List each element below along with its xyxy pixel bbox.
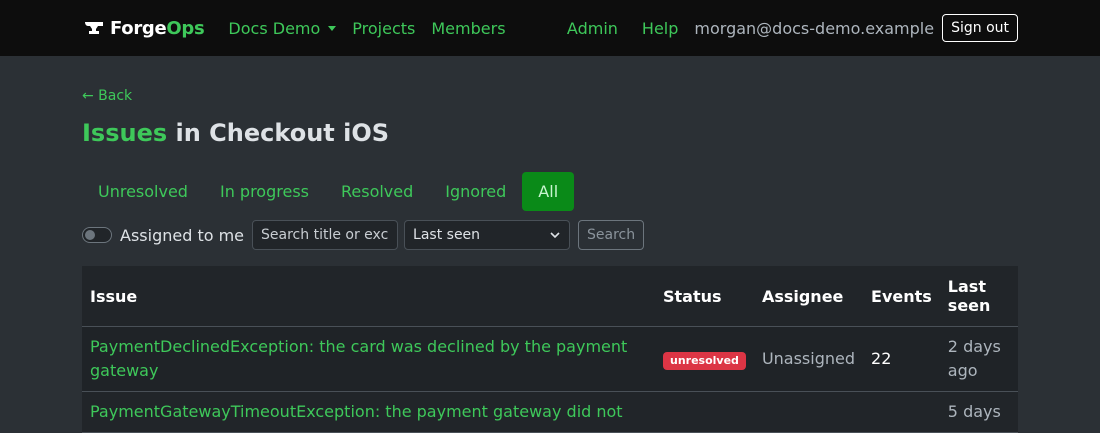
nav-help[interactable]: Help (642, 19, 678, 38)
tab-all[interactable]: All (522, 172, 575, 211)
issue-link[interactable]: PaymentDeclinedException: the card was d… (90, 337, 627, 380)
page-title-project: in Checkout iOS (167, 119, 390, 147)
nav-admin[interactable]: Admin (567, 19, 618, 38)
table-row[interactable]: PaymentGatewayTimeoutException: the paym… (82, 391, 1018, 433)
table-row[interactable]: PaymentDeclinedException: the card was d… (82, 326, 1018, 392)
anvil-icon (85, 22, 103, 34)
nav-members[interactable]: Members (431, 19, 505, 38)
page-title-issues-link[interactable]: Issues (82, 119, 167, 147)
header-issue: Issue (82, 266, 655, 327)
last-seen-cell: 2 days ago (939, 326, 1018, 392)
org-dropdown-label: Docs Demo (228, 18, 321, 38)
top-navbar: ForgeOps Docs Demo Projects Members Admi… (0, 0, 1100, 56)
search-button[interactable]: Search (578, 220, 645, 250)
issues-table-head: Issue Status Assignee Events Last seen (82, 266, 1018, 327)
page-title: Issues in Checkout iOS (82, 119, 1018, 147)
status-cell (655, 391, 754, 433)
brand-logo[interactable]: ForgeOps (84, 17, 205, 39)
sign-out-button[interactable]: Sign out (942, 14, 1018, 42)
main-content: ← Back Issues in Checkout iOS Unresolved… (0, 56, 1100, 433)
org-dropdown[interactable]: Docs Demo (228, 18, 337, 38)
issues-table-body: PaymentDeclinedException: the card was d… (82, 326, 1018, 433)
tab-resolved[interactable]: Resolved (325, 172, 429, 211)
issues-table: Issue Status Assignee Events Last seen P… (82, 266, 1018, 433)
status-cell: unresolved (655, 326, 754, 392)
caret-down-icon (328, 25, 337, 31)
status-badge: unresolved (663, 352, 746, 370)
nav-right: Admin Help morgan@docs-demo.example Sign… (567, 14, 1018, 42)
tab-ignored[interactable]: Ignored (429, 172, 522, 211)
issue-cell: PaymentGatewayTimeoutException: the paym… (82, 391, 655, 433)
brand-name-part-b: Ops (166, 17, 205, 39)
tab-in-progress[interactable]: In progress (204, 172, 325, 211)
user-email: morgan@docs-demo.example (694, 18, 935, 38)
back-link[interactable]: ← Back (82, 88, 132, 104)
nav-projects[interactable]: Projects (352, 19, 415, 38)
events-cell (863, 391, 940, 433)
issue-link[interactable]: PaymentGatewayTimeoutException: the paym… (90, 402, 623, 421)
header-last-seen: Last seen (939, 266, 1018, 327)
sort-select[interactable]: Last seen (404, 220, 571, 250)
search-input[interactable] (252, 220, 399, 250)
brand-name: ForgeOps (110, 17, 205, 39)
filter-bar: Assigned to me Last seen Search (82, 220, 1018, 250)
chevron-down-icon (550, 232, 560, 239)
assignee-cell (753, 391, 864, 433)
status-tabs: Unresolved In progress Resolved Ignored … (82, 172, 1018, 211)
assignee-cell: Unassigned (753, 326, 864, 392)
issue-cell: PaymentDeclinedException: the card was d… (82, 326, 655, 392)
assigned-to-me-toggle[interactable] (82, 227, 112, 243)
assigned-to-me-label: Assigned to me (120, 225, 245, 245)
header-status: Status (655, 266, 754, 327)
sort-select-value: Last seen (413, 227, 481, 243)
tab-unresolved[interactable]: Unresolved (82, 172, 204, 211)
brand-name-part-a: Forge (110, 17, 167, 39)
table-header-row: Issue Status Assignee Events Last seen (82, 266, 1018, 327)
events-cell: 22 (863, 326, 940, 392)
header-assignee: Assignee (753, 266, 864, 327)
last-seen-cell: 5 days (939, 391, 1018, 433)
header-events: Events (863, 266, 940, 327)
